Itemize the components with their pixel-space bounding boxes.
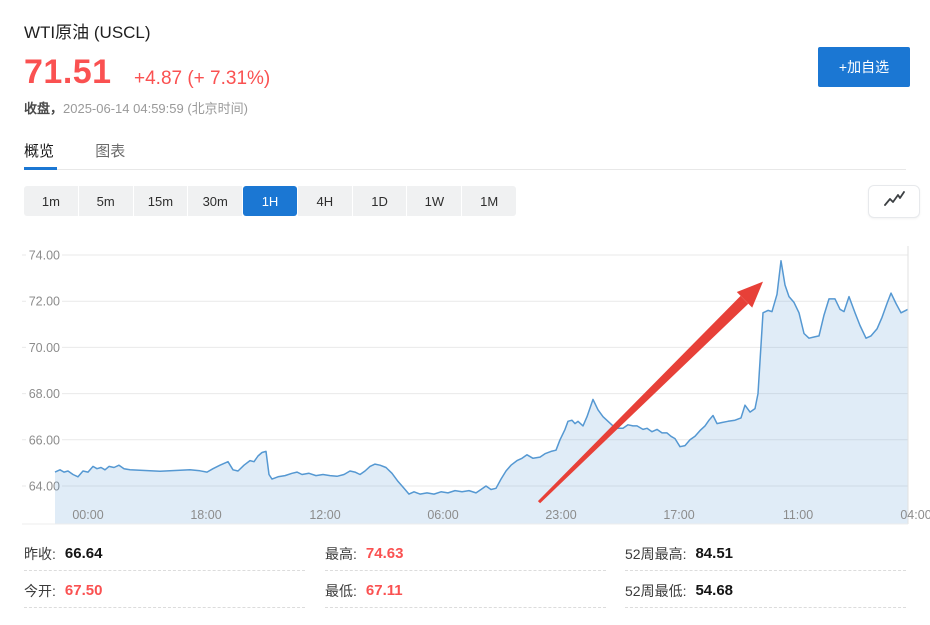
quote-timestamp: 2025-06-14 04:59:59 (北京时间) [63, 101, 248, 116]
x-axis-label: 17:00 [663, 508, 694, 522]
x-axis-label: 12:00 [309, 508, 340, 522]
price-area-fill [55, 261, 908, 524]
stat-open: 今开: 67.50 [24, 574, 305, 608]
stat-prev-close: 昨收: 66.64 [24, 537, 305, 571]
active-tab-underline [24, 167, 57, 170]
interval-button-1D[interactable]: 1D [353, 186, 407, 216]
stat-value: 67.11 [366, 582, 403, 599]
stat-value: 67.50 [65, 582, 103, 599]
stat-value: 74.63 [366, 545, 404, 562]
x-axis-label: 04:00 [900, 508, 930, 522]
stat-label: 最低: [325, 581, 357, 601]
y-axis-label: 72.00 [29, 295, 60, 309]
market-status-line: 收盘，2025-06-14 04:59:59 (北京时间) [24, 98, 248, 117]
interval-button-1M[interactable]: 1M [462, 186, 516, 216]
stat-label: 52周最高: [625, 544, 686, 564]
x-axis-label: 00:00 [72, 508, 103, 522]
stat-label: 52周最低: [625, 581, 686, 601]
stat-52w-low: 52周最低: 54.68 [625, 574, 906, 608]
tab-chart[interactable]: 图表 [95, 140, 125, 161]
stat-label: 今开: [24, 581, 56, 601]
last-price: 71.51 [24, 53, 112, 92]
y-axis-label: 68.00 [29, 387, 60, 401]
y-axis-label: 70.00 [29, 341, 60, 355]
x-axis-label: 18:00 [190, 508, 221, 522]
tab-overview[interactable]: 概览 [24, 140, 54, 161]
y-axis-label: 74.00 [29, 249, 60, 263]
interval-button-5m[interactable]: 5m [79, 186, 133, 216]
stat-label: 昨收: [24, 544, 56, 564]
x-axis-label: 11:00 [783, 508, 813, 522]
line-chart-icon [882, 191, 906, 212]
interval-button-1H[interactable]: 1H [243, 186, 297, 216]
stat-value: 54.68 [695, 582, 733, 599]
stat-value: 84.51 [695, 545, 733, 562]
stat-high: 最高: 74.63 [325, 537, 606, 571]
x-axis-label: 06:00 [427, 508, 458, 522]
interval-button-4H[interactable]: 4H [298, 186, 352, 216]
interval-button-1W[interactable]: 1W [407, 186, 461, 216]
chart-style-button[interactable] [868, 185, 920, 218]
interval-button-15m[interactable]: 15m [134, 186, 188, 216]
interval-button-1m[interactable]: 1m [24, 186, 78, 216]
page-title: WTI原油 (USCL) [24, 18, 151, 43]
x-axis-label: 23:00 [545, 508, 576, 522]
interval-button-30m[interactable]: 30m [188, 186, 242, 216]
stat-value: 66.64 [65, 545, 103, 562]
stat-label: 最高: [325, 544, 357, 564]
tab-bar: 概览 图表 [24, 140, 125, 161]
y-axis-label: 66.00 [29, 433, 60, 447]
quote-page: WTI原油 (USCL) 71.51 +4.87 (+ 7.31%) 收盘，20… [0, 0, 930, 625]
price-change: +4.87 (+ 7.31%) [134, 68, 270, 90]
price-chart[interactable]: 74.0072.0070.0068.0066.0064.0000:0018:00… [0, 240, 930, 530]
tab-bar-divider [24, 169, 906, 170]
add-watchlist-button[interactable]: +加自选 [818, 47, 910, 87]
stat-52w-high: 52周最高: 84.51 [625, 537, 906, 571]
market-status-label: 收盘， [24, 101, 63, 116]
stat-low: 最低: 67.11 [325, 574, 606, 608]
interval-selector: 1m5m15m30m1H4H1D1W1M [24, 186, 516, 216]
price-chart-canvas: 74.0072.0070.0068.0066.0064.0000:0018:00… [0, 240, 930, 530]
